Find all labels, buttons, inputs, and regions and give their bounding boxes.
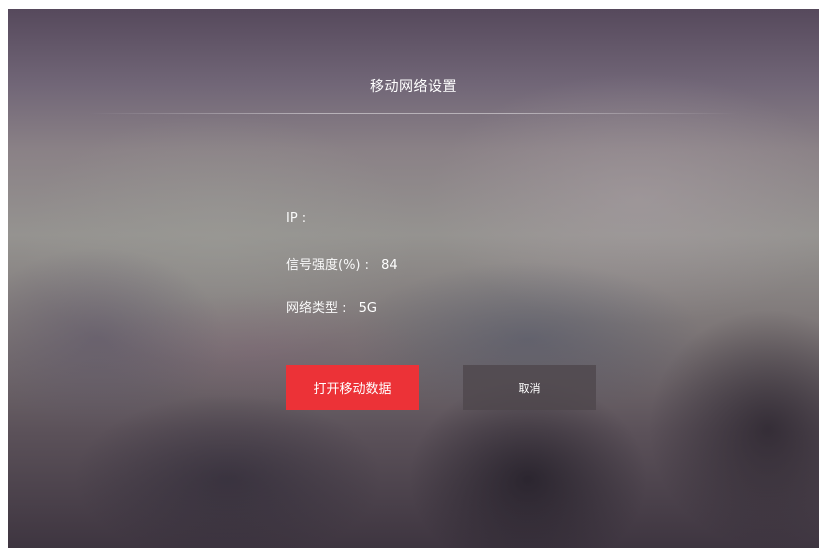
header-divider [88, 113, 738, 114]
mobile-network-settings-screen: 移动网络设置 IP : 信号强度(%) : 84 网络类型 : 5G 打开移动数… [8, 9, 819, 548]
ip-row: IP : [286, 211, 314, 226]
network-type-value: 5G [358, 301, 378, 316]
page-title: 移动网络设置 [370, 79, 457, 95]
cancel-button[interactable]: 取消 [463, 365, 596, 410]
network-type-row: 网络类型 : 5G [286, 297, 377, 316]
enable-mobile-data-button[interactable]: 打开移动数据 [286, 365, 419, 410]
ip-label: IP : [286, 211, 307, 226]
signal-strength-row: 信号强度(%) : 84 [286, 254, 398, 273]
signal-strength-label: 信号强度(%) : [286, 258, 370, 273]
network-type-label: 网络类型 : [286, 301, 347, 316]
signal-strength-value: 84 [381, 258, 398, 273]
